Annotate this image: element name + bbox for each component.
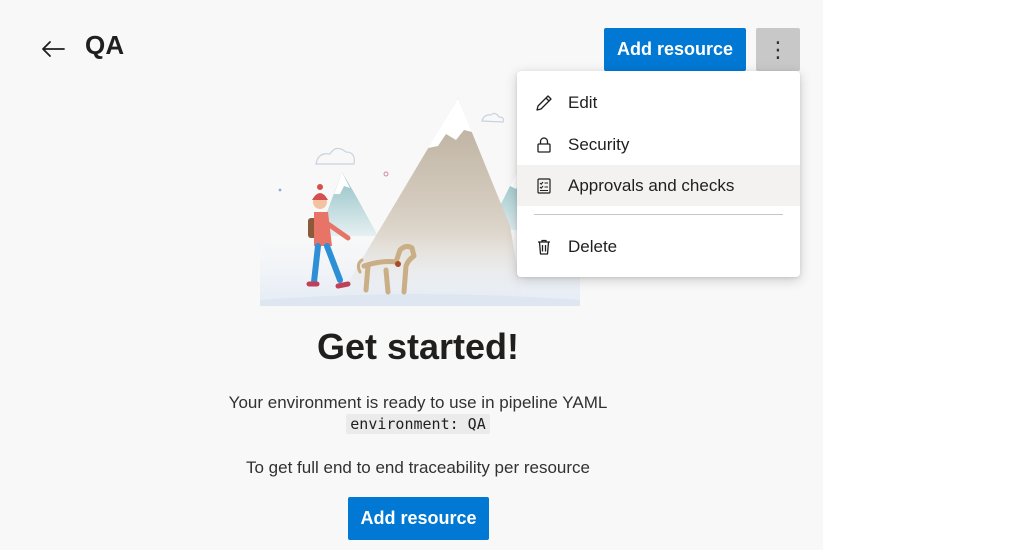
more-actions-menu: Edit Security Approvals and checks Delet…	[517, 71, 800, 277]
more-actions-button[interactable]: ⋮	[756, 28, 800, 71]
traceability-text: To get full end to end traceability per …	[246, 458, 590, 477]
menu-item-label: Delete	[568, 236, 618, 256]
menu-item-label: Approvals and checks	[568, 175, 735, 195]
menu-item-delete[interactable]: Delete	[517, 226, 800, 267]
add-resource-button[interactable]: Add resource	[604, 28, 746, 71]
environment-description: Your environment is ready to use in pipe…	[228, 393, 608, 412]
more-vertical-icon: ⋮	[767, 36, 789, 62]
menu-item-approvals-and-checks[interactable]: Approvals and checks	[517, 165, 800, 206]
page-title: QA	[85, 30, 125, 60]
add-resource-button-main[interactable]: Add resource	[348, 497, 489, 540]
trash-icon	[534, 237, 554, 257]
yaml-snippet-container: environment: QA	[0, 414, 836, 434]
menu-item-label: Edit	[568, 92, 598, 112]
pencil-icon	[534, 93, 554, 113]
checklist-icon	[534, 176, 554, 196]
environment-page: QA Add resource ⋮ Get started! Your envi…	[0, 0, 823, 550]
menu-item-edit[interactable]: Edit	[517, 82, 800, 123]
yaml-snippet: environment: QA	[346, 414, 490, 434]
get-started-heading: Get started!	[316, 326, 520, 367]
back-button[interactable]	[38, 34, 68, 64]
menu-item-label: Security	[568, 134, 630, 154]
lock-icon	[534, 135, 554, 155]
arrow-left-icon	[42, 41, 65, 57]
menu-item-security[interactable]: Security	[517, 124, 800, 165]
menu-divider	[534, 214, 783, 215]
